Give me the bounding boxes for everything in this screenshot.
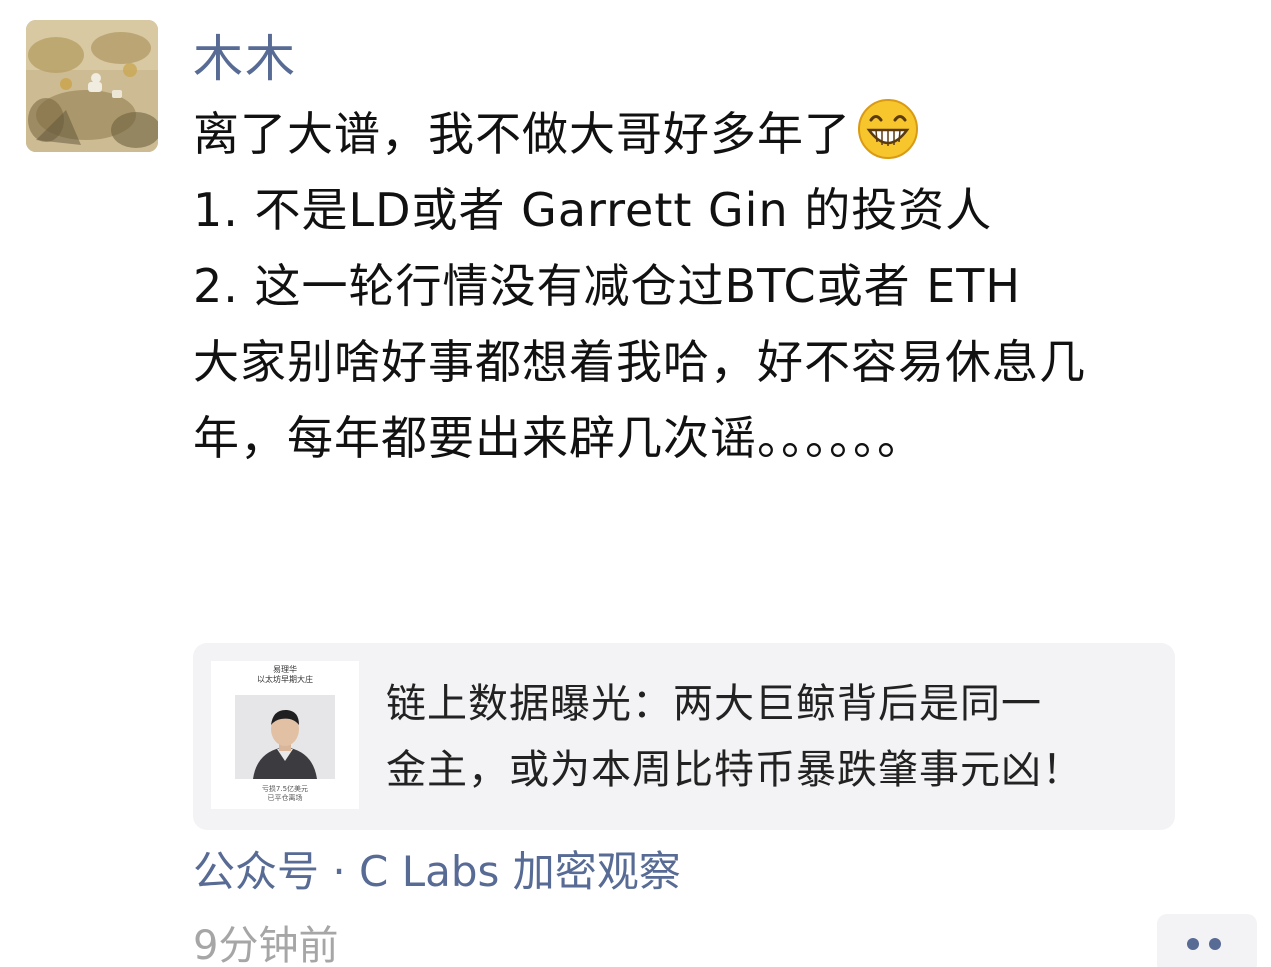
grinning-face-emoji-icon xyxy=(857,98,919,160)
post-line-2: 1. 不是LD或者 Garrett Gin 的投资人 xyxy=(193,183,993,237)
avatar[interactable] xyxy=(26,20,158,152)
thumbnail-caption-line-2: 已平仓离场 xyxy=(267,794,303,802)
post-text: 离了大谱，我不做大哥好多年了 1. 不是LD或者 Garrett Gin 的投资… xyxy=(193,96,1253,476)
article-title-line-1: 链上数据曝光：两大巨鲸背后是同一 xyxy=(386,681,1042,727)
shared-article-card[interactable]: 易理华 以太坊早期大庄 亏损7.5亿美元 已平仓离场 链上数据曝光：两大巨鲸背后… xyxy=(193,643,1175,830)
more-dot-icon xyxy=(1209,938,1221,950)
more-options-button[interactable] xyxy=(1157,914,1257,967)
article-title-line-2: 金主，或为本周比特币暴跌肇事元凶！ xyxy=(386,747,1083,793)
post-line-3: 2. 这一轮行情没有减仓过BTC或者 ETH xyxy=(193,259,1021,313)
thumbnail-caption-line-1: 亏损7.5亿美元 xyxy=(261,785,309,793)
moments-post: 木木 离了大谱，我不做大哥好多年了 1. 不是LD或者 Garrett Gin … xyxy=(0,0,1271,967)
post-line-1: 离了大谱，我不做大哥好多年了 xyxy=(193,96,1253,172)
article-thumbnail: 易理华 以太坊早期大庄 亏损7.5亿美元 已平仓离场 xyxy=(211,661,359,809)
official-account-source-link[interactable]: 公众号 · C Labs 加密观察 xyxy=(193,842,681,902)
post-line-4: 大家别啥好事都想着我哈，好不容易休息几 xyxy=(193,335,1086,389)
author-name[interactable]: 木木 xyxy=(193,24,1253,94)
thumbnail-title-line-1: 易理华 xyxy=(273,665,297,674)
post-timestamp: 9分钟前 xyxy=(193,923,339,967)
post-line-5: 年，每年都要出来辟几次谣。。。。。。 xyxy=(193,411,924,465)
avatar-painting-image xyxy=(26,20,158,152)
post-line-1-text: 离了大谱，我不做大哥好多年了 xyxy=(193,107,851,161)
article-title: 链上数据曝光：两大巨鲸背后是同一 金主，或为本周比特币暴跌肇事元凶！ xyxy=(386,671,1146,803)
thumbnail-caption: 亏损7.5亿美元 已平仓离场 xyxy=(211,785,359,803)
thumbnail-title-line-2: 以太坊早期大庄 xyxy=(257,675,313,684)
post-content: 木木 离了大谱，我不做大哥好多年了 1. 不是LD或者 Garrett Gin … xyxy=(193,24,1253,476)
thumbnail-title: 易理华 以太坊早期大庄 xyxy=(211,665,359,685)
more-dot-icon xyxy=(1187,938,1199,950)
thumbnail-person-photo xyxy=(235,695,335,779)
